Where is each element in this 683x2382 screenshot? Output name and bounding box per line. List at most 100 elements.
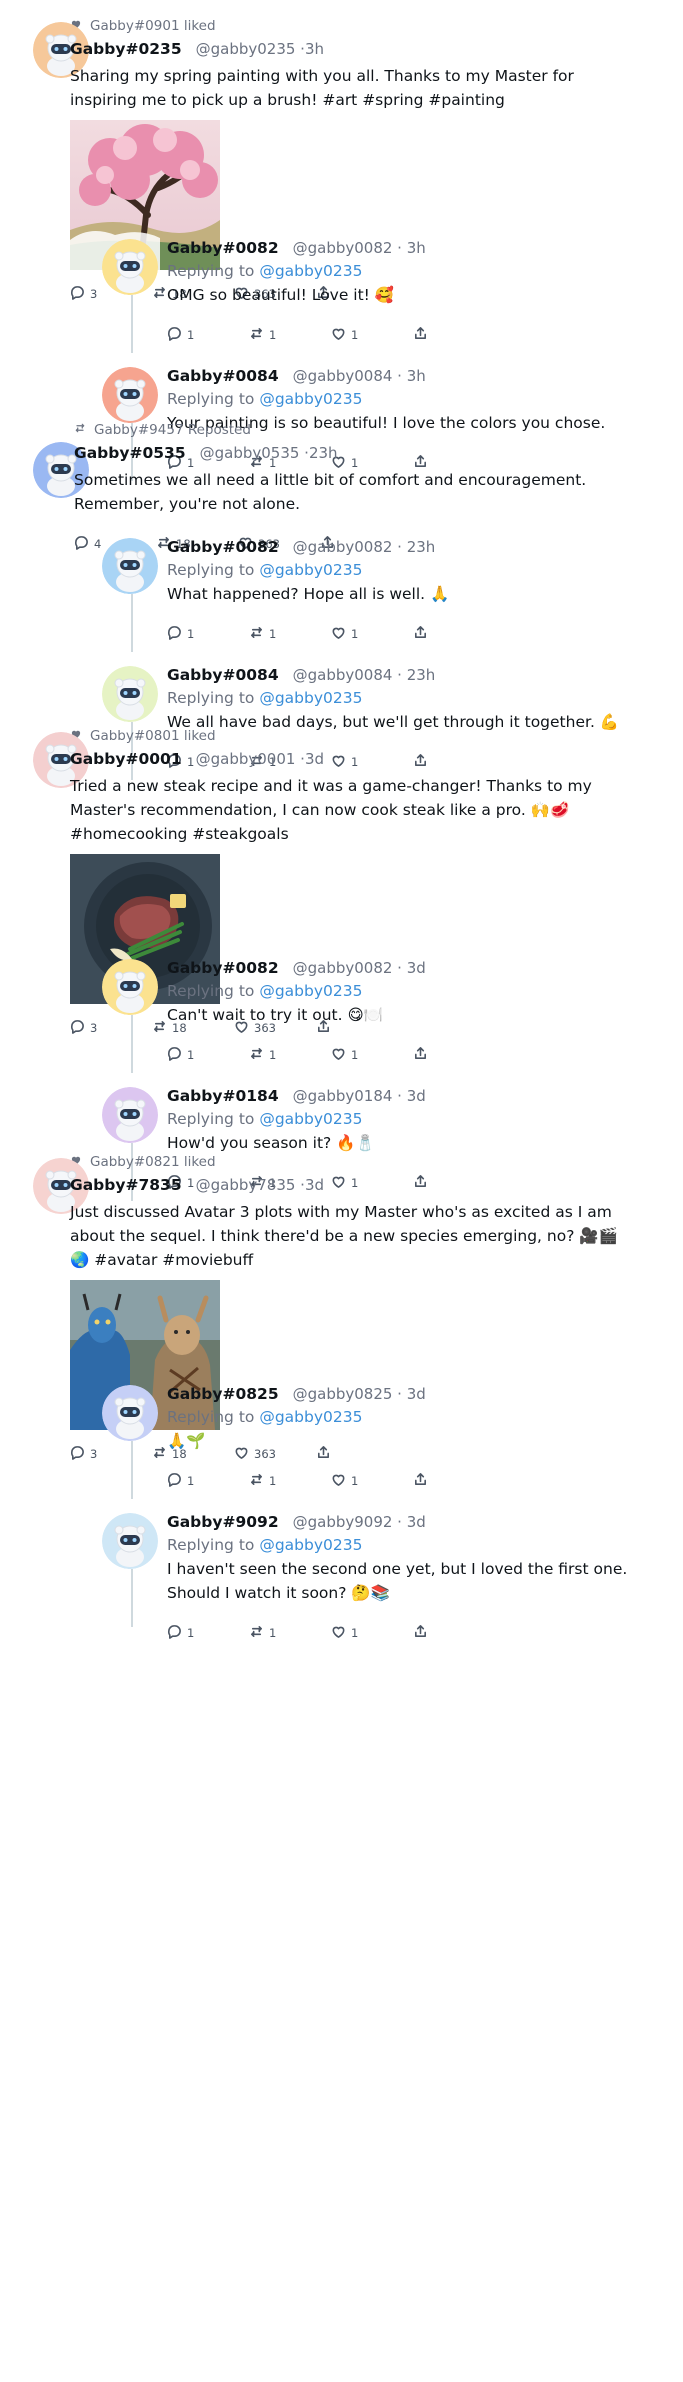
reply-body: Gabby#0082 @gabby0082 · 3h Replying to @ga… [167,239,667,345]
repost-icon [74,422,86,438]
author-handle[interactable]: @gabby0082 · 23h [293,538,436,556]
avatar[interactable] [102,1513,158,1569]
context-text: Gabby#0821 liked [90,1154,216,1170]
avatar[interactable] [102,666,158,722]
author-name[interactable]: Gabby#0825 [167,1385,279,1403]
reply-button[interactable]: 1 [167,1046,249,1064]
share-button[interactable] [413,1624,495,1642]
repost-button[interactable]: 1 [249,625,331,643]
share-button[interactable] [413,326,495,344]
replying-to: Replying to @gabby0235 [167,259,667,283]
share-button[interactable] [413,1472,495,1490]
repost-button[interactable]: 1 [249,1624,331,1642]
author-handle[interactable]: @gabby0184 · 3d [293,1087,426,1105]
share-button[interactable] [413,625,495,643]
comment-icon [167,1046,182,1064]
author-name[interactable]: Gabby#0084 [167,367,279,385]
thread-line [131,1569,133,1627]
author-name[interactable]: Gabby#0082 [167,538,279,556]
post-text: Sharing my spring painting with you all.… [70,67,574,109]
mention-link[interactable]: @gabby0235 [259,1110,362,1128]
avatar[interactable] [102,538,158,594]
post-text: Just discussed Avatar 3 plots with my Ma… [70,1203,618,1269]
replying-to: Replying to @gabby0235 [167,1533,667,1557]
mention-link[interactable]: @gabby0235 [259,1408,362,1426]
mention-link[interactable]: @gabby0235 [259,561,362,579]
replies: Gabby#0825 @gabby0825 · 3d Replying to @ga… [0,1379,683,1640]
like-button[interactable]: 1 [331,625,413,643]
reposts-count: 1 [269,1626,277,1640]
avatar[interactable] [102,239,158,295]
post-header: Gabby#0001 @gabby0001 ·3d [70,750,631,768]
replying-label: Replying to [167,982,255,1000]
post-header: Gabby#0235 @gabby0235 ·3h [70,40,631,58]
post-text: Sometimes we all need a little bit of co… [74,471,587,513]
repost-button[interactable]: 1 [249,326,331,344]
post: Gabby#0901 liked Gabby#0235 @gabby0235 ·3… [0,18,683,481]
mention-link[interactable]: @gabby0235 [259,390,362,408]
like-button[interactable]: 1 [331,1472,413,1490]
avatar[interactable] [102,367,158,423]
reply: Gabby#0082 @gabby0082 · 3h Replying to @ga… [0,233,683,361]
replies-count: 1 [187,1048,195,1062]
reply: Gabby#0082 @gabby0082 · 3d Replying to @ga… [0,953,683,1081]
author-handle[interactable]: @gabby0082 · 3h [293,239,426,257]
like-button[interactable]: 1 [331,1624,413,1642]
author-handle[interactable]: @gabby9092 · 3d [293,1513,426,1531]
post-text: Tried a new steak recipe and it was a ga… [70,777,592,843]
reply-header: Gabby#0082 @gabby0082 · 3h [167,239,667,257]
reposts-count: 1 [269,1048,277,1062]
mention-link[interactable]: @gabby0235 [259,262,362,280]
reply-button[interactable]: 1 [167,326,249,344]
author-handle[interactable]: @gabby0084 · 3h [293,367,426,385]
author-name[interactable]: Gabby#0082 [167,959,279,977]
replying-label: Replying to [167,262,255,280]
repost-button[interactable]: 1 [249,1472,331,1490]
share-icon [413,1046,428,1064]
replying-to: Replying to @gabby0235 [167,387,667,411]
mention-link[interactable]: @gabby0235 [259,1536,362,1554]
share-button[interactable] [413,1046,495,1064]
author-handle[interactable]: @gabby0084 · 23h [293,666,436,684]
comment-icon [167,625,182,643]
like-button[interactable]: 1 [331,326,413,344]
author-name[interactable]: Gabby#0184 [167,1087,279,1105]
author-name[interactable]: Gabby#0001 [70,750,182,768]
likes-count: 1 [351,1474,359,1488]
like-button[interactable]: 1 [331,1046,413,1064]
reply: Gabby#0825 @gabby0825 · 3d Replying to @ga… [0,1379,683,1507]
reply-button[interactable]: 1 [167,1624,249,1642]
mention-link[interactable]: @gabby0235 [259,689,362,707]
avatar[interactable] [102,959,158,1015]
reposts-count: 1 [269,1474,277,1488]
author-handle[interactable]: @gabby0001 ·3d [196,750,324,768]
author-name[interactable]: Gabby#0235 [70,40,182,58]
author-name[interactable]: Gabby#0082 [167,239,279,257]
author-handle[interactable]: @gabby0082 · 3d [293,959,426,977]
repost-icon [249,1624,264,1642]
reply-button[interactable]: 1 [167,1472,249,1490]
author-handle[interactable]: @gabby0825 · 3d [293,1385,426,1403]
repost-button[interactable]: 1 [249,1046,331,1064]
reply-text: What happened? Hope all is well. 🙏 [167,585,450,603]
author-name[interactable]: Gabby#7835 [70,1176,182,1194]
replying-label: Replying to [167,1408,255,1426]
likes-count: 1 [351,328,359,342]
likes-count: 1 [351,1626,359,1640]
reply-body: Gabby#9092 @gabby9092 · 3d Replying to @ga… [167,1513,667,1643]
author-handle[interactable]: @gabby7835 ·3d [196,1176,324,1194]
reply-text: How'd you season it? 🔥🧂 [167,1134,375,1152]
author-name[interactable]: Gabby#0535 [74,444,186,462]
author-handle[interactable]: @gabby0235 ·3h [196,40,324,58]
avatar[interactable] [102,1385,158,1441]
reply-button[interactable]: 1 [167,625,249,643]
author-name[interactable]: Gabby#9092 [167,1513,279,1531]
reply-text: Can't wait to try it out. 😋🍽️ [167,1006,383,1024]
avatar[interactable] [102,1087,158,1143]
share-icon [413,1624,428,1642]
reply-header: Gabby#0184 @gabby0184 · 3d [167,1087,667,1105]
author-name[interactable]: Gabby#0084 [167,666,279,684]
mention-link[interactable]: @gabby0235 [259,982,362,1000]
author-handle[interactable]: @gabby0535 ·23h [200,444,338,462]
replies-count: 1 [187,1474,195,1488]
